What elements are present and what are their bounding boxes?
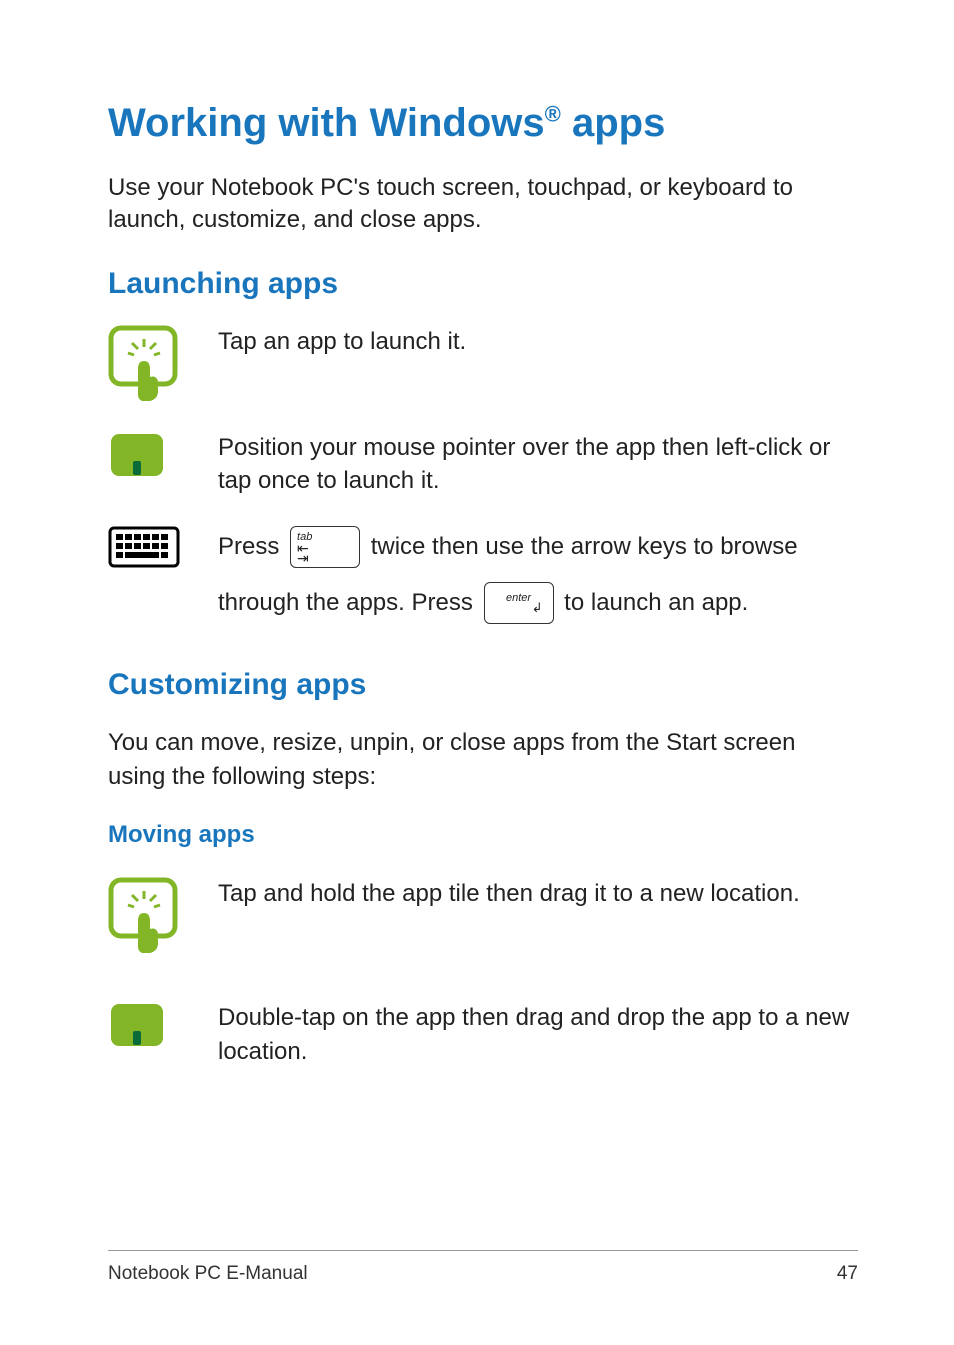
footer-left: Notebook PC E-Manual	[108, 1263, 308, 1285]
footer-page-number: 47	[837, 1263, 858, 1285]
enter-key-icon: enter ↲	[484, 582, 554, 624]
page-footer: Notebook PC E-Manual 47	[108, 1250, 858, 1285]
moving-apps-heading: Moving apps	[108, 821, 858, 849]
kb-text-line2-post: to launch an app.	[564, 589, 748, 616]
launching-keyboard-text: Press tab ⇤⇥ twice then use the arrow ke…	[218, 526, 858, 624]
touchpad-icon	[108, 431, 184, 479]
launching-touch-row: Tap an app to launch it.	[108, 325, 858, 403]
tab-key-arrows: ⇤⇥	[297, 543, 309, 563]
moving-touchpad-text: Double-tap on the app then drag and drop…	[218, 1001, 858, 1068]
launching-touch-text: Tap an app to launch it.	[218, 325, 858, 359]
title-post: apps	[561, 101, 665, 145]
kb-text-line2-pre: through the apps. Press	[218, 589, 480, 616]
keyboard-icon	[108, 526, 184, 568]
tab-key-icon: tab ⇤⇥	[290, 526, 360, 568]
launching-touchpad-row: Position your mouse pointer over the app…	[108, 431, 858, 498]
touch-screen-icon	[108, 877, 184, 955]
enter-key-arrow: ↲	[532, 599, 543, 617]
kb-text-mid: twice then use the arrow keys to browse	[371, 533, 798, 560]
title-pre: Working with Windows	[108, 101, 545, 145]
touch-screen-icon	[108, 325, 184, 403]
customizing-intro: You can move, resize, unpin, or close ap…	[108, 726, 858, 793]
launching-touchpad-text: Position your mouse pointer over the app…	[218, 431, 858, 498]
page: Working with Windows® apps Use your Note…	[0, 0, 954, 1345]
title-registered: ®	[545, 102, 561, 127]
kb-text-pre: Press	[218, 533, 286, 560]
moving-touch-text: Tap and hold the app tile then drag it t…	[218, 877, 858, 911]
customizing-apps-heading: Customizing apps	[108, 668, 858, 702]
intro-paragraph: Use your Notebook PC's touch screen, tou…	[108, 172, 858, 237]
moving-touchpad-row: Double-tap on the app then drag and drop…	[108, 1001, 858, 1068]
moving-touch-row: Tap and hold the app tile then drag it t…	[108, 877, 858, 955]
page-title: Working with Windows® apps	[108, 100, 858, 146]
launching-apps-heading: Launching apps	[108, 267, 858, 301]
launching-keyboard-row: Press tab ⇤⇥ twice then use the arrow ke…	[108, 526, 858, 624]
touchpad-icon	[108, 1001, 184, 1049]
